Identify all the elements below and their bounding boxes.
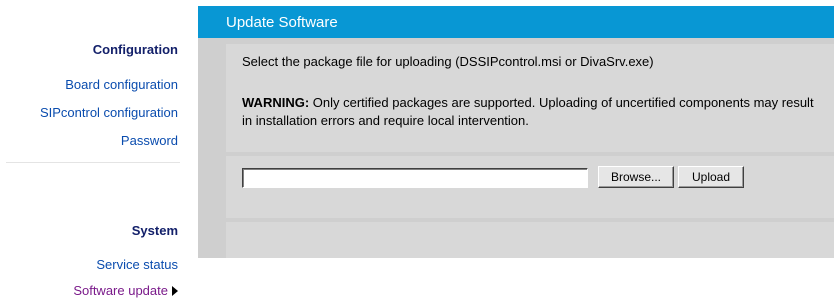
system-heading: System <box>131 223 178 238</box>
sidebar-divider <box>6 162 180 163</box>
sidebar-item-software-update[interactable]: Software update <box>73 283 178 298</box>
sidebar-item-software-update-label: Software update <box>73 283 168 298</box>
browse-button[interactable]: Browse... <box>598 166 674 188</box>
warning-text: Only certified packages are supported. U… <box>242 95 814 128</box>
update-software-panel: Update Software Select the package file … <box>198 6 834 258</box>
footer-section <box>226 222 834 258</box>
sidebar: Configuration Board configuration SIPcon… <box>0 0 180 300</box>
arrow-right-icon <box>172 286 178 296</box>
configuration-heading: Configuration <box>92 42 178 57</box>
instruction-text: Select the package file for uploading (D… <box>242 54 654 69</box>
upload-section: Browse... Upload <box>226 156 834 218</box>
info-section: Select the package file for uploading (D… <box>226 44 834 152</box>
warning-label: WARNING: <box>242 95 310 110</box>
warning-message: WARNING: Only certified packages are sup… <box>242 94 822 130</box>
panel-header: Update Software <box>198 6 834 38</box>
page-title: Update Software <box>226 14 338 31</box>
sidebar-item-sipcontrol-configuration[interactable]: SIPcontrol configuration <box>40 105 178 120</box>
sidebar-item-password[interactable]: Password <box>121 133 178 148</box>
sidebar-item-service-status[interactable]: Service status <box>96 257 178 272</box>
upload-button[interactable]: Upload <box>678 166 744 188</box>
file-path-input[interactable] <box>242 168 588 188</box>
sidebar-item-board-configuration[interactable]: Board configuration <box>65 77 178 92</box>
